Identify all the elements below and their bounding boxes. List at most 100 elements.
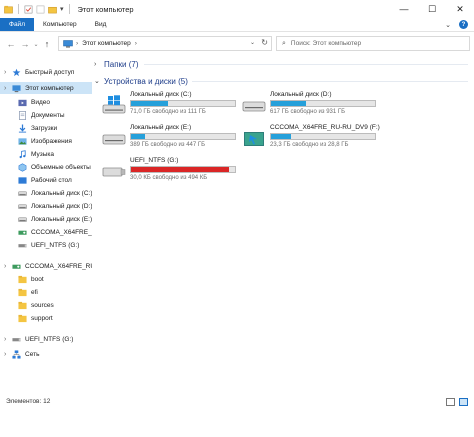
sidebar-item[interactable]: Локальный диск (E:) [0, 213, 92, 225]
drive-usage-fill [271, 134, 291, 139]
details-view-icon[interactable] [446, 398, 455, 406]
customize-toolbar-chevron-icon[interactable]: ▾ [60, 5, 64, 13]
new-folder-icon[interactable] [36, 5, 45, 14]
sidebar-item-label: Документы [31, 111, 65, 119]
sidebar-item[interactable]: efi [0, 286, 92, 298]
drive-free-space: 23,3 ГБ свободно из 28,8 ГБ [270, 142, 349, 148]
sidebar-item[interactable]: Локальный диск (D:) [0, 200, 92, 212]
sidebar-item[interactable]: Видео [0, 96, 92, 108]
music-folder-icon [18, 149, 27, 159]
folder-icon [18, 314, 27, 323]
arrow-up-icon: ↑ [44, 39, 50, 49]
sidebar-item[interactable]: Документы [0, 109, 92, 121]
drive-name: UEFI_NTFS (G:) [130, 157, 179, 164]
maximize-button[interactable]: ☐ [418, 0, 446, 18]
drive-tile[interactable]: Локальный диск (E:) 389 ГБ свободно из 44… [102, 124, 242, 154]
sidebar-item[interactable]: boot [0, 273, 92, 285]
help-icon[interactable]: ? [459, 20, 468, 29]
documents-folder-icon [18, 110, 27, 120]
properties-icon[interactable] [24, 5, 33, 14]
view-switcher [446, 398, 468, 406]
expand-chevron-icon[interactable]: › [4, 263, 12, 270]
sidebar-item[interactable]: Музыка [0, 148, 92, 160]
expand-chevron-icon[interactable]: › [4, 351, 12, 358]
search-box[interactable]: ⌕ Поиск: Этот компьютер [276, 36, 470, 51]
sidebar-item[interactable]: › CCCOMA_X64FRE_RU-RU_DV9 (F:) [0, 260, 92, 272]
navigation-pane: › Быстрый доступ › Этот компьютер Видео Докум… [0, 58, 92, 390]
search-icon: ⌕ [282, 39, 286, 47]
sidebar-item-label: Локальный диск (E:) [31, 215, 92, 223]
drive-free-space: 30,0 КБ свободно из 494 КБ [130, 175, 208, 181]
chevron-right-icon: › [94, 60, 97, 68]
sidebar-item[interactable]: UEFI_NTFS (G:) [0, 239, 92, 251]
tab-computer[interactable]: Компьютер [34, 18, 86, 31]
content-area: › Папки (7) ⌄ Устройства и диски (5) Лок… [92, 54, 474, 390]
sidebar-item[interactable]: CCCOMA_X64FRE_RU-RU_DV9 (F:) [0, 226, 92, 238]
breadcrumb-separator[interactable]: › [76, 40, 78, 47]
star-icon [12, 68, 21, 77]
group-folders-label: Папки (7) [104, 59, 139, 69]
refresh-icon[interactable]: ↻ [261, 38, 268, 47]
sidebar-item[interactable]: Локальный диск (C:) [0, 187, 92, 199]
expand-chevron-icon[interactable]: › [4, 69, 12, 76]
recent-locations-button[interactable]: ⌄ [32, 37, 40, 51]
drive-free-space: 71,0 ГБ свободно из 111 ГБ [130, 109, 206, 115]
drive-icon [102, 127, 126, 149]
windows-drive-icon [102, 94, 126, 116]
sidebar-item[interactable]: Рабочий стол [0, 174, 92, 186]
drive-tile[interactable]: Локальный диск (D:) 617 ГБ свободно из 93… [242, 91, 382, 121]
sidebar-item[interactable]: Объемные объекты [0, 161, 92, 173]
sidebar-item[interactable]: sources [0, 299, 92, 311]
expand-ribbon-chevron-icon[interactable]: ⌄ [445, 21, 451, 29]
group-folders-header[interactable]: › Папки (7) [94, 58, 139, 70]
address-bar[interactable]: › Этот компьютер › ⌄ ↻ [58, 36, 272, 51]
drive-usage-bar [130, 166, 236, 173]
forward-button[interactable]: → [18, 37, 32, 51]
back-button[interactable]: ← [4, 37, 18, 51]
usb-drive-icon [12, 335, 21, 344]
maximize-icon: ☐ [427, 3, 437, 14]
sidebar-item-label: Быстрый доступ [25, 68, 75, 76]
sidebar-item[interactable]: › Быстрый доступ [0, 66, 92, 78]
breadcrumb-this-pc[interactable]: Этот компьютер [82, 40, 131, 47]
sidebar-item-label: Музыка [31, 150, 54, 158]
drive-free-space: 389 ГБ свободно из 447 ГБ [130, 142, 206, 148]
sidebar-item-label: Видео [31, 98, 50, 106]
sidebar-item[interactable]: › Сеть [0, 348, 92, 360]
dvd-setup-icon [242, 127, 266, 149]
up-button[interactable]: ↑ [40, 37, 54, 51]
drive-name: Локальный диск (D:) [270, 91, 332, 98]
folder-icon [18, 288, 27, 297]
3d-objects-icon [18, 162, 27, 172]
drive-usage-bar [130, 133, 236, 140]
sidebar-item-label: UEFI_NTFS (G:) [25, 335, 74, 343]
drive-tile[interactable]: Локальный диск (C:) 71,0 ГБ свободно из 1… [102, 91, 242, 121]
arrow-left-icon: ← [6, 39, 16, 49]
sidebar-item-label: CCCOMA_X64FRE_RU-RU_DV9 (F:) [31, 228, 92, 236]
expand-chevron-icon[interactable]: › [4, 85, 12, 92]
sidebar-item-label: Локальный диск (C:) [31, 189, 92, 197]
address-dropdown-icon[interactable]: ⌄ [250, 39, 255, 46]
sidebar-item[interactable]: support [0, 312, 92, 324]
tiles-view-icon[interactable] [459, 398, 468, 406]
drive-tile[interactable]: UEFI_NTFS (G:) 30,0 КБ свободно из 494 КБ [102, 157, 242, 187]
tab-file[interactable]: Файл [0, 18, 34, 31]
explorer-icon[interactable] [4, 5, 13, 14]
status-item-count: Элементов: 12 [6, 398, 51, 405]
drive-tile[interactable]: CCCOMA_X64FRE_RU-RU_DV9 (F:) 23,3 ГБ своб… [242, 124, 382, 154]
sidebar-item[interactable]: Изображения [0, 135, 92, 147]
drive-icon [18, 189, 27, 198]
sidebar-item[interactable]: › Этот компьютер [0, 82, 92, 94]
new-folder-quick-icon[interactable] [48, 5, 57, 14]
tab-view[interactable]: Вид [86, 18, 116, 31]
sidebar-item[interactable]: Загрузки [0, 122, 92, 134]
expand-chevron-icon[interactable]: › [4, 336, 12, 343]
close-button[interactable]: ✕ [446, 0, 474, 18]
sidebar-item-label: CCCOMA_X64FRE_RU-RU_DV9 (F:) [25, 262, 92, 270]
sidebar-item[interactable]: › UEFI_NTFS (G:) [0, 333, 92, 345]
minimize-button[interactable]: — [390, 0, 418, 18]
folder-icon [18, 275, 27, 284]
group-devices-header[interactable]: ⌄ Устройства и диски (5) [94, 75, 188, 87]
breadcrumb-separator[interactable]: › [135, 40, 137, 47]
title-bar: ▾ Этот компьютер — ☐ ✕ [0, 0, 474, 18]
